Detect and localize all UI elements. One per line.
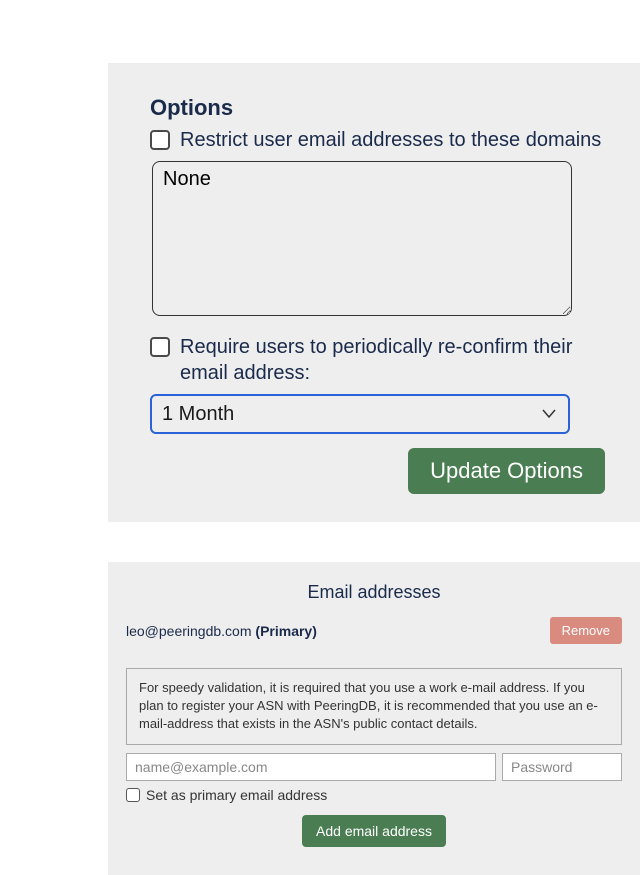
add-email-input-row — [126, 753, 622, 781]
options-panel: Options Restrict user email addresses to… — [108, 63, 640, 522]
reconfirm-period-select[interactable]: 1 Month — [150, 394, 570, 434]
set-primary-label: Set as primary email address — [146, 787, 327, 803]
reconfirm-period-wrap: 1 Month — [150, 394, 605, 434]
restrict-domains-label: Restrict user email addresses to these d… — [180, 127, 601, 153]
reconfirm-label: Require users to periodically re-confirm… — [180, 334, 605, 386]
reconfirm-checkbox[interactable] — [150, 337, 170, 357]
password-input[interactable] — [502, 753, 622, 781]
email-row: leo@peeringdb.com (Primary) Remove — [126, 617, 622, 644]
remove-email-button[interactable]: Remove — [550, 617, 622, 644]
email-info-box: For speedy validation, it is required th… — [126, 668, 622, 745]
email-entry: leo@peeringdb.com (Primary) — [126, 623, 317, 639]
restricted-domains-textarea[interactable] — [152, 161, 572, 316]
add-email-button[interactable]: Add email address — [302, 815, 446, 847]
set-primary-checkbox[interactable] — [126, 788, 140, 802]
set-primary-row: Set as primary email address — [126, 787, 622, 803]
restrict-domains-row: Restrict user email addresses to these d… — [150, 127, 605, 153]
options-title: Options — [150, 95, 605, 121]
reconfirm-row: Require users to periodically re-confirm… — [150, 334, 605, 386]
new-email-input[interactable] — [126, 753, 496, 781]
update-options-button[interactable]: Update Options — [408, 448, 605, 494]
email-address-text: leo@peeringdb.com — [126, 623, 252, 639]
email-addresses-panel: Email addresses leo@peeringdb.com (Prima… — [108, 562, 640, 875]
email-addresses-title: Email addresses — [126, 582, 622, 603]
email-primary-badge: (Primary) — [255, 623, 316, 639]
restrict-domains-checkbox[interactable] — [150, 130, 170, 150]
